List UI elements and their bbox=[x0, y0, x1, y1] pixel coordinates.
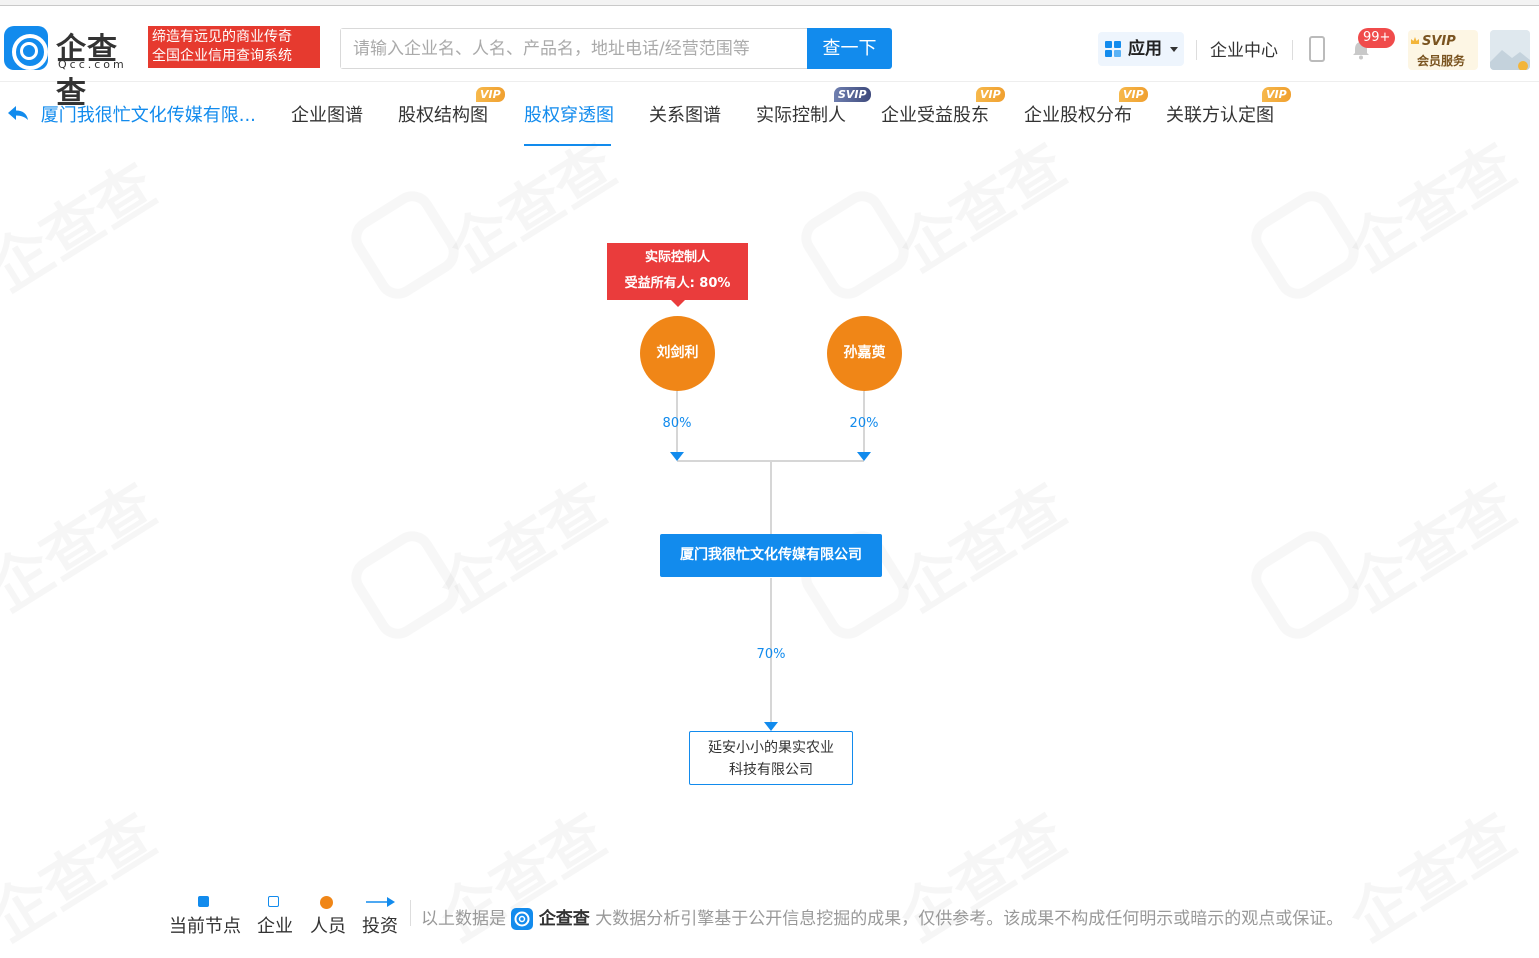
arrow-down-icon bbox=[670, 452, 684, 461]
data-disclaimer: 以上数据是 企查查 大数据分析引擎基于公开信息挖掘的成果，仅供参考。该成果不构成… bbox=[421, 904, 1343, 930]
graph-edges bbox=[670, 391, 871, 731]
arrow-down-icon bbox=[764, 722, 778, 731]
shareholder-node[interactable]: 刘剑利 bbox=[640, 316, 715, 391]
investment-percent: 70% bbox=[756, 647, 786, 662]
shareholding-percent: 80% bbox=[662, 416, 692, 431]
invested-company-name-line2: 科技有限公司 bbox=[729, 762, 813, 778]
legend-company: 企业 bbox=[257, 916, 293, 937]
current-node-legend-icon bbox=[198, 896, 209, 907]
actual-controller-tag: 实际控制人 受益所有人: 80% bbox=[607, 243, 748, 300]
invested-company-node[interactable]: 延安小小的果实农业 科技有限公司 bbox=[689, 731, 853, 785]
investment-arrow-icon bbox=[366, 897, 395, 907]
legend-investment: 投资 bbox=[362, 916, 398, 937]
disclaimer-logo-text: 企查查 bbox=[538, 909, 590, 929]
qcc-small-logo-icon bbox=[511, 908, 534, 930]
legend-person: 人员 bbox=[310, 916, 346, 937]
disclaimer-suffix: 大数据分析引擎基于公开信息挖掘的成果，仅供参考。该成果不构成任何明示或暗示的观点… bbox=[595, 909, 1344, 929]
beneficial-owner-percent: 受益所有人: 80% bbox=[624, 276, 731, 291]
invested-company-name-line1: 延安小小的果实农业 bbox=[708, 740, 834, 756]
company-legend-icon bbox=[268, 896, 279, 907]
person-legend-icon bbox=[320, 896, 333, 909]
tag-pointer bbox=[670, 299, 686, 307]
current-company-node[interactable]: 厦门我很忙文化传媒有限公司 bbox=[660, 534, 882, 577]
footer-divider bbox=[410, 900, 411, 926]
shareholding-percent: 20% bbox=[849, 416, 879, 431]
arrow-down-icon bbox=[857, 452, 871, 461]
disclaimer-prefix: 以上数据是 bbox=[421, 909, 506, 929]
equity-penetration-graph: 实际控制人 受益所有人: 80% 刘剑利 孙嘉萸 80% 20% 厦门我很忙文化… bbox=[0, 0, 1539, 936]
legend-current-node: 当前节点 bbox=[169, 916, 241, 937]
controller-tag-title: 实际控制人 bbox=[644, 250, 710, 265]
shareholder-node[interactable]: 孙嘉萸 bbox=[827, 316, 902, 391]
